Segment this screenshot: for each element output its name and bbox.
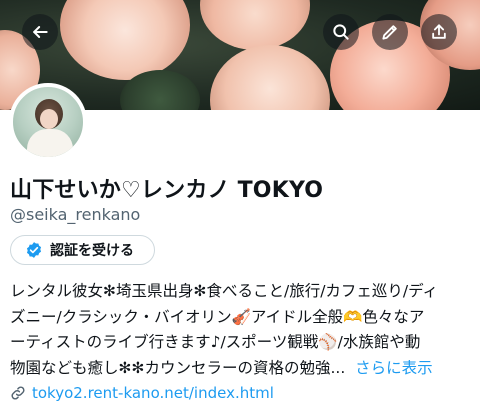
avatar[interactable] bbox=[9, 83, 87, 161]
display-name: 山下せいか♡レンカノ TOKYO bbox=[10, 178, 324, 203]
user-handle: @seika_renkano bbox=[10, 205, 141, 224]
bio-line-text: 物園なども癒し✻✻カウンセラーの資格の勉強... bbox=[10, 358, 346, 377]
back-button[interactable] bbox=[22, 14, 58, 50]
arrow-left-icon bbox=[33, 26, 48, 38]
banner-rose bbox=[60, 0, 190, 80]
bio-line: レンタル彼女✻埼玉県出身✻食べること/旅行/カフェ巡り/ディ bbox=[10, 282, 439, 300]
verify-button-label: 認証を受ける bbox=[50, 243, 134, 259]
bio-line: ズニー/クラシック・バイオリン🎻アイドル全般🫶色々なア bbox=[10, 307, 425, 326]
edit-button[interactable] bbox=[372, 14, 408, 50]
banner-rose bbox=[200, 0, 310, 50]
banner-rose bbox=[210, 45, 330, 110]
bio-line-last: 物園なども癒し✻✻カウンセラーの資格の勉強... さらに表示 bbox=[10, 356, 472, 382]
website-link[interactable]: tokyo2.rent-kano.net/index.html bbox=[32, 384, 274, 402]
search-button[interactable] bbox=[323, 14, 359, 50]
pencil-icon bbox=[382, 25, 397, 40]
share-upload-icon bbox=[432, 24, 446, 39]
verified-badge-icon bbox=[26, 242, 42, 258]
search-icon bbox=[333, 24, 349, 40]
website-row: tokyo2.rent-kano.net/index.html bbox=[10, 384, 274, 402]
link-icon bbox=[11, 386, 25, 400]
get-verified-button[interactable]: 認証を受ける bbox=[10, 235, 155, 265]
bio-line: ーティストのライブ行きます♪/スポーツ観戦⚾/水族館や動 bbox=[10, 333, 421, 351]
show-more-link[interactable]: さらに表示 bbox=[355, 359, 433, 377]
profile-bio: レンタル彼女✻埼玉県出身✻食べること/旅行/カフェ巡り/ディ ズニー/クラシック… bbox=[10, 279, 472, 381]
share-button[interactable] bbox=[421, 14, 457, 50]
